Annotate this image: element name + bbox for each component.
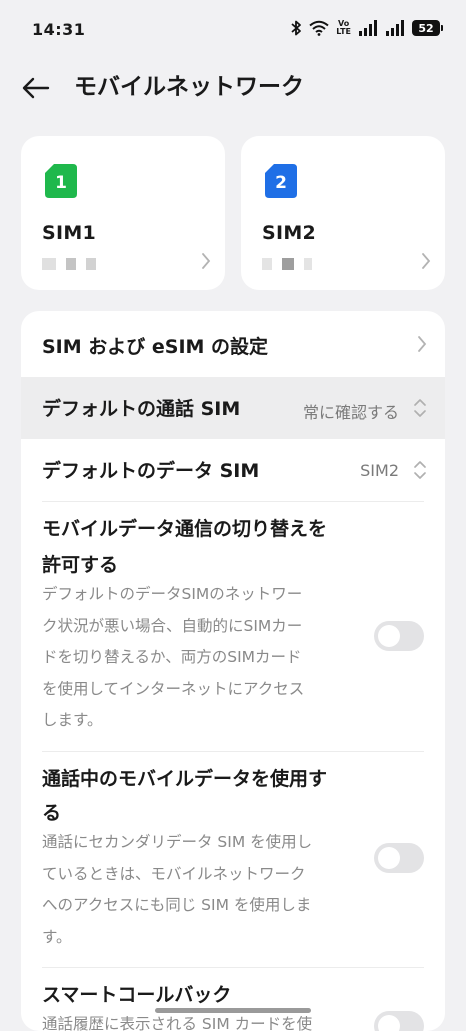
- desc-line: ク状況が悪い場合、自動的にSIMカー: [42, 616, 303, 635]
- signal-1-icon: [359, 20, 377, 36]
- sim1-name: SIM1: [42, 222, 97, 244]
- data-switch-row[interactable]: モバイルデータ通信の切り替えを 許可する デフォルトのデータSIMのネットワー …: [21, 501, 445, 751]
- default-call-sim-title: デフォルトの通話 SIM: [42, 398, 241, 420]
- data-during-call-toggle[interactable]: [374, 843, 424, 873]
- smart-callback-row[interactable]: スマートコールバック 通話履歴に表示される SIM カードを使: [21, 967, 445, 1031]
- desc-line: ドを切り替えるか、両方のSIMカード: [42, 648, 302, 666]
- volte-indicator: Vo LTE: [336, 19, 351, 36]
- sim1-slot-number: 1: [55, 173, 67, 193]
- sim-esim-settings-title: SIM および eSIM の設定: [42, 336, 269, 358]
- desc-line: します。: [42, 711, 103, 729]
- toggle-knob: [378, 625, 400, 647]
- sim1-icon: 1: [45, 164, 77, 198]
- signal-2-icon: [386, 20, 404, 36]
- back-button[interactable]: [18, 72, 54, 104]
- smart-callback-toggle[interactable]: [374, 1011, 424, 1031]
- desc-line: を使用してインターネットにアクセス: [42, 679, 305, 698]
- back-arrow-icon: [22, 77, 50, 99]
- data-switch-description: デフォルトのデータSIMのネットワー ク状況が悪い場合、自動的にSIMカー ドを…: [42, 579, 360, 737]
- status-icons: Vo LTE 52: [290, 19, 443, 36]
- default-data-sim-title: デフォルトのデータ SIM: [42, 460, 260, 482]
- sim1-card[interactable]: 1 SIM1: [21, 136, 225, 290]
- data-switch-title-line1: モバイルデータ通信の切り替えを: [42, 518, 328, 540]
- default-call-sim-row[interactable]: デフォルトの通話 SIM 常に確認する: [21, 377, 445, 439]
- page-title: モバイルネットワーク: [74, 74, 304, 100]
- sim2-slot-number: 2: [275, 173, 287, 193]
- settings-card: SIM および eSIM の設定 デフォルトの通話 SIM 常に確認する デフォ…: [21, 311, 445, 1031]
- default-data-sim-row[interactable]: デフォルトのデータ SIM SIM2: [21, 439, 445, 501]
- data-during-call-title-line2: る: [42, 802, 62, 824]
- home-indicator[interactable]: [155, 1008, 311, 1013]
- data-during-call-row[interactable]: 通話中のモバイルデータを使用す る 通話にセカンダリデータ SIM を使用し て…: [21, 751, 445, 967]
- sim-esim-settings-row[interactable]: SIM および eSIM の設定: [21, 311, 445, 377]
- data-during-call-description: 通話にセカンダリデータ SIM を使用し ているときは、モバイルネットワーク へ…: [42, 827, 360, 953]
- desc-line: ているときは、モバイルネットワーク: [42, 864, 306, 883]
- status-time: 14:31: [32, 20, 86, 39]
- sim2-name: SIM2: [262, 222, 317, 244]
- sim2-number-redacted: [262, 258, 312, 270]
- bluetooth-icon: [291, 20, 302, 36]
- desc-line: へのアクセスにも同じ SIM を使用しま: [42, 896, 312, 914]
- status-bar: 14:31 Vo LTE 52: [0, 0, 466, 60]
- sim1-number-redacted: [42, 258, 96, 270]
- battery-indicator: 52: [412, 20, 443, 36]
- up-down-chevron-icon: [414, 399, 426, 417]
- chevron-right-icon: [422, 253, 431, 269]
- desc-line: 通話にセカンダリデータ SIM を使用し: [42, 833, 313, 851]
- default-call-sim-value: 常に確認する: [302, 403, 399, 422]
- chevron-right-icon: [418, 336, 427, 352]
- desc-line: す。: [42, 927, 72, 946]
- up-down-chevron-icon: [414, 461, 426, 479]
- wifi-icon: [309, 20, 329, 36]
- toggle-knob: [378, 1015, 400, 1031]
- sim2-card[interactable]: 2 SIM2: [241, 136, 445, 290]
- data-switch-title-line2: 許可する: [42, 554, 119, 576]
- sim2-icon: 2: [265, 164, 297, 198]
- data-switch-toggle[interactable]: [374, 621, 424, 651]
- data-during-call-title-line1: 通話中のモバイルデータを使用す: [42, 768, 328, 790]
- default-data-sim-value: SIM2: [360, 461, 399, 480]
- app-header: モバイルネットワーク: [0, 60, 466, 116]
- chevron-right-icon: [202, 253, 211, 269]
- toggle-knob: [378, 847, 400, 869]
- desc-line: デフォルトのデータSIMのネットワー: [42, 585, 303, 603]
